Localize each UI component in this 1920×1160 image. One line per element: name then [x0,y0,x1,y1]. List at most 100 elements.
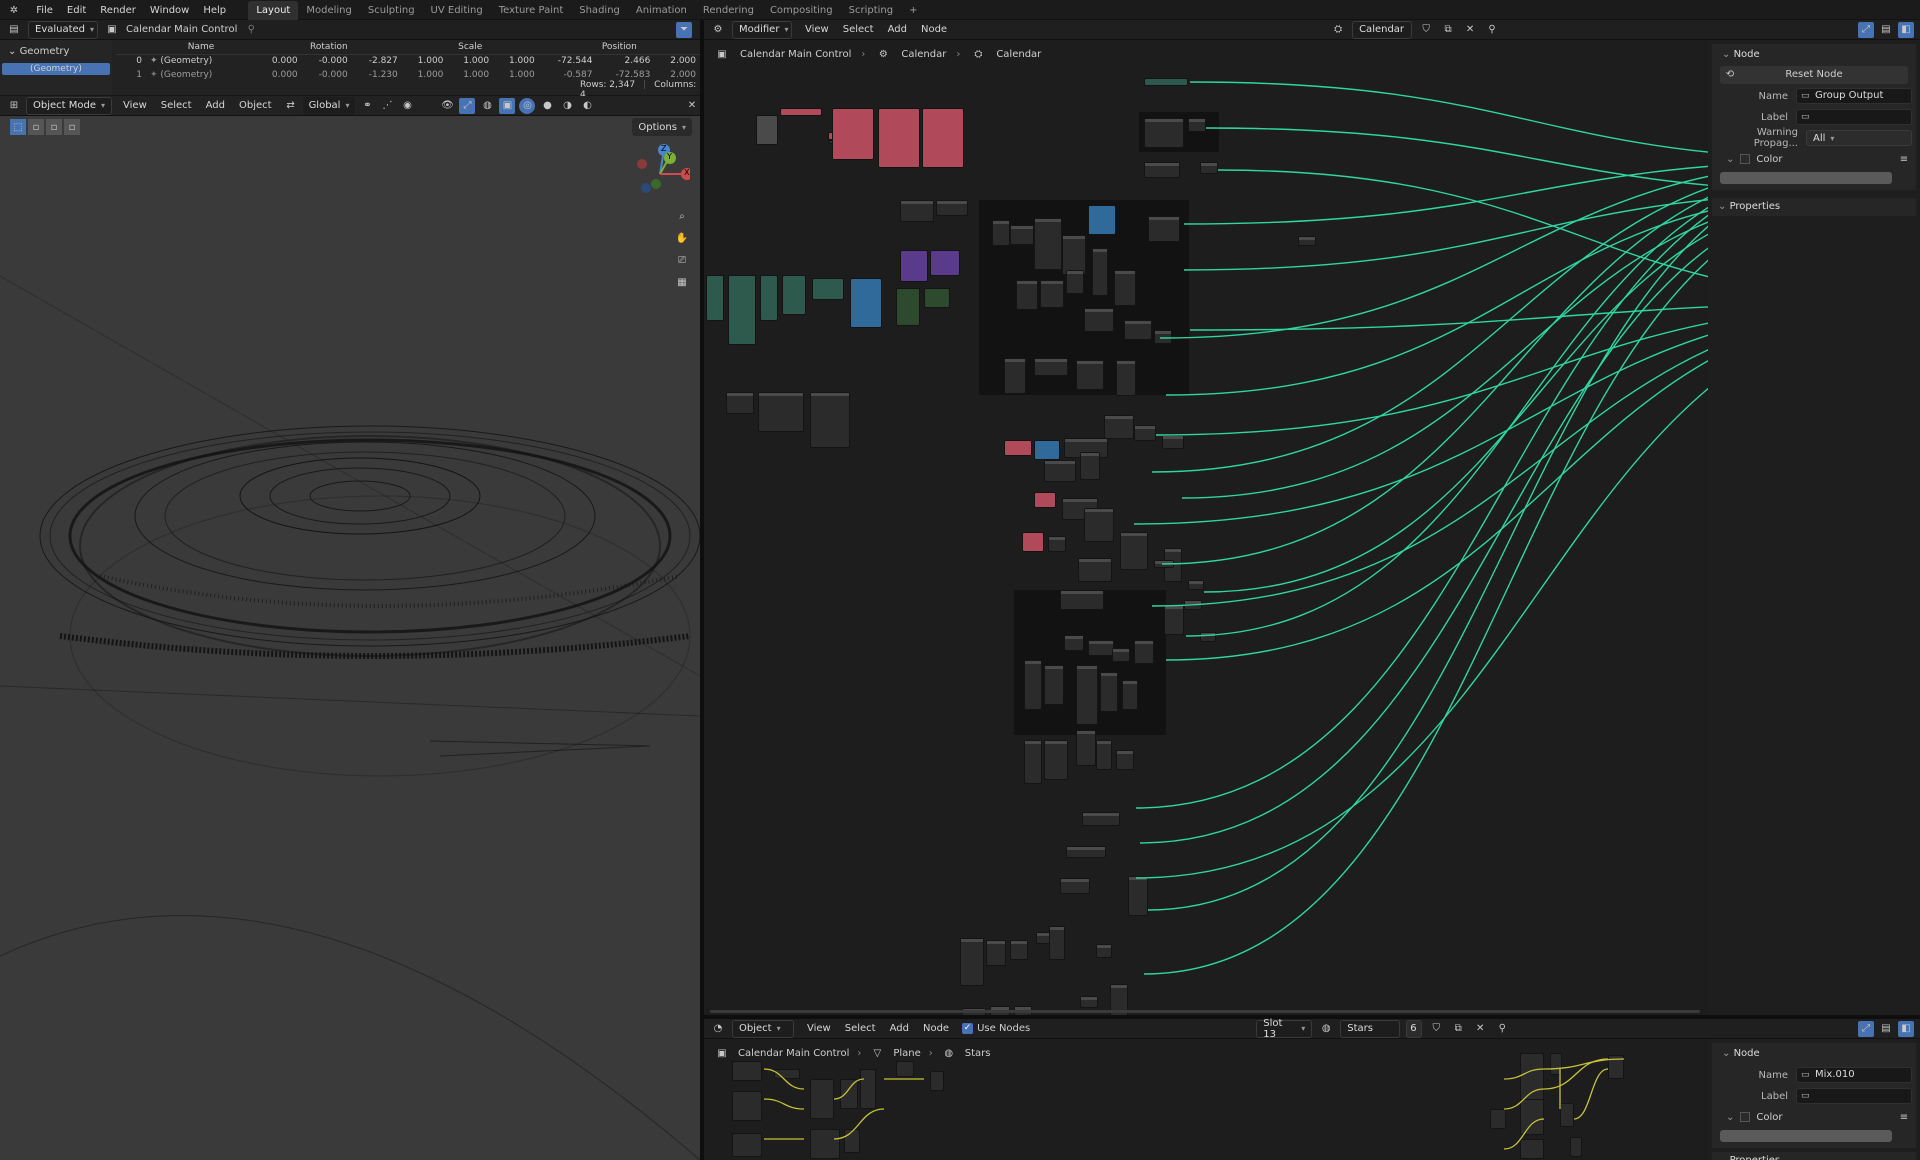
column-header[interactable]: Rotation [256,40,402,54]
tab-rendering[interactable]: Rendering [695,1,762,21]
zoom-icon[interactable]: ⌕ [674,208,690,224]
list-icon[interactable]: ≡ [1896,1109,1912,1125]
node-tree-icon[interactable]: ⛭ [1330,22,1346,38]
sidebar-toggle-icon[interactable]: ◧ [1898,1020,1914,1037]
transform-orientation-dropdown[interactable]: Global [302,96,356,115]
editor-type-icon[interactable]: ◔ [710,1021,726,1037]
color-swatch[interactable] [1720,172,1892,184]
tab-modeling[interactable]: Modeling [298,1,360,21]
menu-add[interactable]: Add [881,20,914,40]
color-checkbox[interactable] [1740,1112,1751,1122]
options-dropdown[interactable]: Options [632,118,692,136]
menu-view[interactable]: View [116,96,154,116]
fake-user-icon[interactable]: ⛉ [1428,1021,1444,1037]
wireframe-shading-icon[interactable]: ◎ [519,97,536,114]
menu-select[interactable]: Select [838,1019,883,1039]
editor-type-icon[interactable]: ⚙ [710,22,726,38]
material-slot-dropdown[interactable]: Slot 13 [1256,1018,1313,1040]
view-options-icon[interactable]: ▤ [1878,22,1894,38]
blender-logo-icon[interactable]: ✲ [6,2,22,18]
menu-window[interactable]: Window [143,1,196,21]
pin-icon[interactable]: ⚲ [1494,1021,1510,1037]
shader-type-dropdown[interactable]: Object [732,1019,794,1038]
tab-compositing[interactable]: Compositing [762,1,841,21]
node-label-field[interactable] [1796,1088,1912,1104]
view-options-icon[interactable]: ▤ [1878,1021,1894,1037]
node-section-header[interactable]: Node [1716,1045,1912,1063]
tab-layout[interactable]: Layout [248,0,299,21]
menu-add[interactable]: Add [883,1019,916,1039]
material-name-field[interactable]: Stars [1340,1019,1401,1038]
menu-help[interactable]: Help [196,1,233,21]
breadcrumb-item[interactable]: Plane [893,1048,920,1059]
xray-icon[interactable]: ▣ [499,97,516,114]
camera-view-icon[interactable]: ⎚ [674,252,690,268]
tab-animation[interactable]: Animation [628,1,695,21]
viewport-canvas[interactable]: Options ⬚ ▫ ▫ ▫ Z Y X ⌕ ✋ ⎚ ▦ [0,116,700,1160]
material-users-count[interactable]: 6 [1406,1019,1423,1038]
node-canvas-scrollbar[interactable] [710,1010,1700,1013]
node-name-field[interactable]: Mix.010 [1796,1067,1912,1083]
fake-user-icon[interactable]: ⛉ [1418,22,1434,38]
node-name-field[interactable]: Group Output [1796,88,1912,104]
list-icon[interactable]: ≡ [1896,151,1912,167]
menu-render[interactable]: Render [93,1,143,21]
gizmo-toggle-icon[interactable]: ⤢ [459,97,476,114]
tab-shading[interactable]: Shading [571,1,628,21]
filter-icon[interactable]: ⏷ [676,21,692,38]
tab-uv-editing[interactable]: UV Editing [423,1,491,21]
close-icon[interactable]: ✕ [684,98,700,114]
column-header[interactable]: Position [539,40,700,54]
unlink-icon[interactable]: ✕ [1462,22,1478,38]
color-swatch[interactable] [1720,1130,1892,1142]
select-mode-new-icon[interactable]: ▫ [28,119,44,135]
sidebar-item-geometry-instance[interactable]: (Geometry) [2,63,110,75]
unlink-icon[interactable]: ✕ [1472,1021,1488,1037]
menu-view[interactable]: View [798,20,836,40]
add-workspace-button[interactable]: + [901,1,925,21]
warning-propagation-dropdown[interactable]: All [1806,130,1912,146]
color-checkbox[interactable] [1740,154,1751,164]
column-header[interactable]: Name [146,40,256,54]
navigation-gizmo[interactable]: Z Y X [630,144,693,204]
pin-icon[interactable]: ⚲ [1484,22,1500,38]
overlay-icon[interactable]: ⤢ [1858,21,1874,38]
duplicate-icon[interactable]: ⧉ [1450,1021,1466,1037]
material-shading-icon[interactable]: ◑ [559,98,575,114]
node-section-header[interactable]: Node [1716,46,1912,64]
reset-node-button[interactable]: ⟲ Reset Node [1720,66,1908,84]
visibility-icon[interactable]: 👁 [439,98,455,114]
editor-type-icon[interactable]: ▤ [6,22,22,38]
perspective-grid-icon[interactable]: ▦ [674,274,690,290]
pin-icon[interactable]: ⚲ [243,22,259,38]
menu-select[interactable]: Select [154,96,199,116]
tab-scripting[interactable]: Scripting [841,1,901,21]
menu-edit[interactable]: Edit [60,1,93,21]
select-mode-add-icon[interactable]: ▫ [46,119,62,135]
select-box-icon[interactable]: ⬚ [10,119,26,135]
tab-sculpting[interactable]: Sculpting [360,1,423,21]
menu-node[interactable]: Node [914,20,954,40]
sidebar-item-geometry[interactable]: ⌄ Geometry [0,40,112,57]
use-nodes-checkbox[interactable]: ✓ Use Nodes [962,1023,1030,1034]
pan-hand-icon[interactable]: ✋ [674,230,690,246]
menu-add[interactable]: Add [199,96,232,116]
menu-object[interactable]: Object [232,96,279,116]
editor-type-icon[interactable]: ⊞ [6,98,22,114]
breadcrumb-item[interactable]: Calendar Main Control [738,1048,849,1059]
sidebar-toggle-icon[interactable]: ◧ [1898,21,1914,38]
menu-select[interactable]: Select [836,20,881,40]
column-header[interactable]: Scale [402,40,539,54]
overlay-icon[interactable]: ◍ [479,98,495,114]
duplicate-icon[interactable]: ⧉ [1440,22,1456,38]
material-icon[interactable]: ◍ [1318,1021,1334,1037]
menu-view[interactable]: View [800,1019,838,1039]
node-tree-name-field[interactable]: Calendar [1352,20,1413,39]
shader-canvas[interactable]: ▣ Calendar Main Control › ▽ Plane › ◍ St… [704,1039,1708,1160]
rendered-shading-icon[interactable]: ◐ [579,98,595,114]
overlay-icon[interactable]: ⤢ [1858,1020,1874,1037]
node-canvas[interactable]: ▣ Calendar Main Control › ⚙ Calendar › ⛭… [704,40,1708,1015]
properties-section-header[interactable]: Properties [1712,198,1916,216]
breadcrumb-item[interactable]: Stars [965,1048,991,1059]
menu-node[interactable]: Node [916,1019,956,1039]
